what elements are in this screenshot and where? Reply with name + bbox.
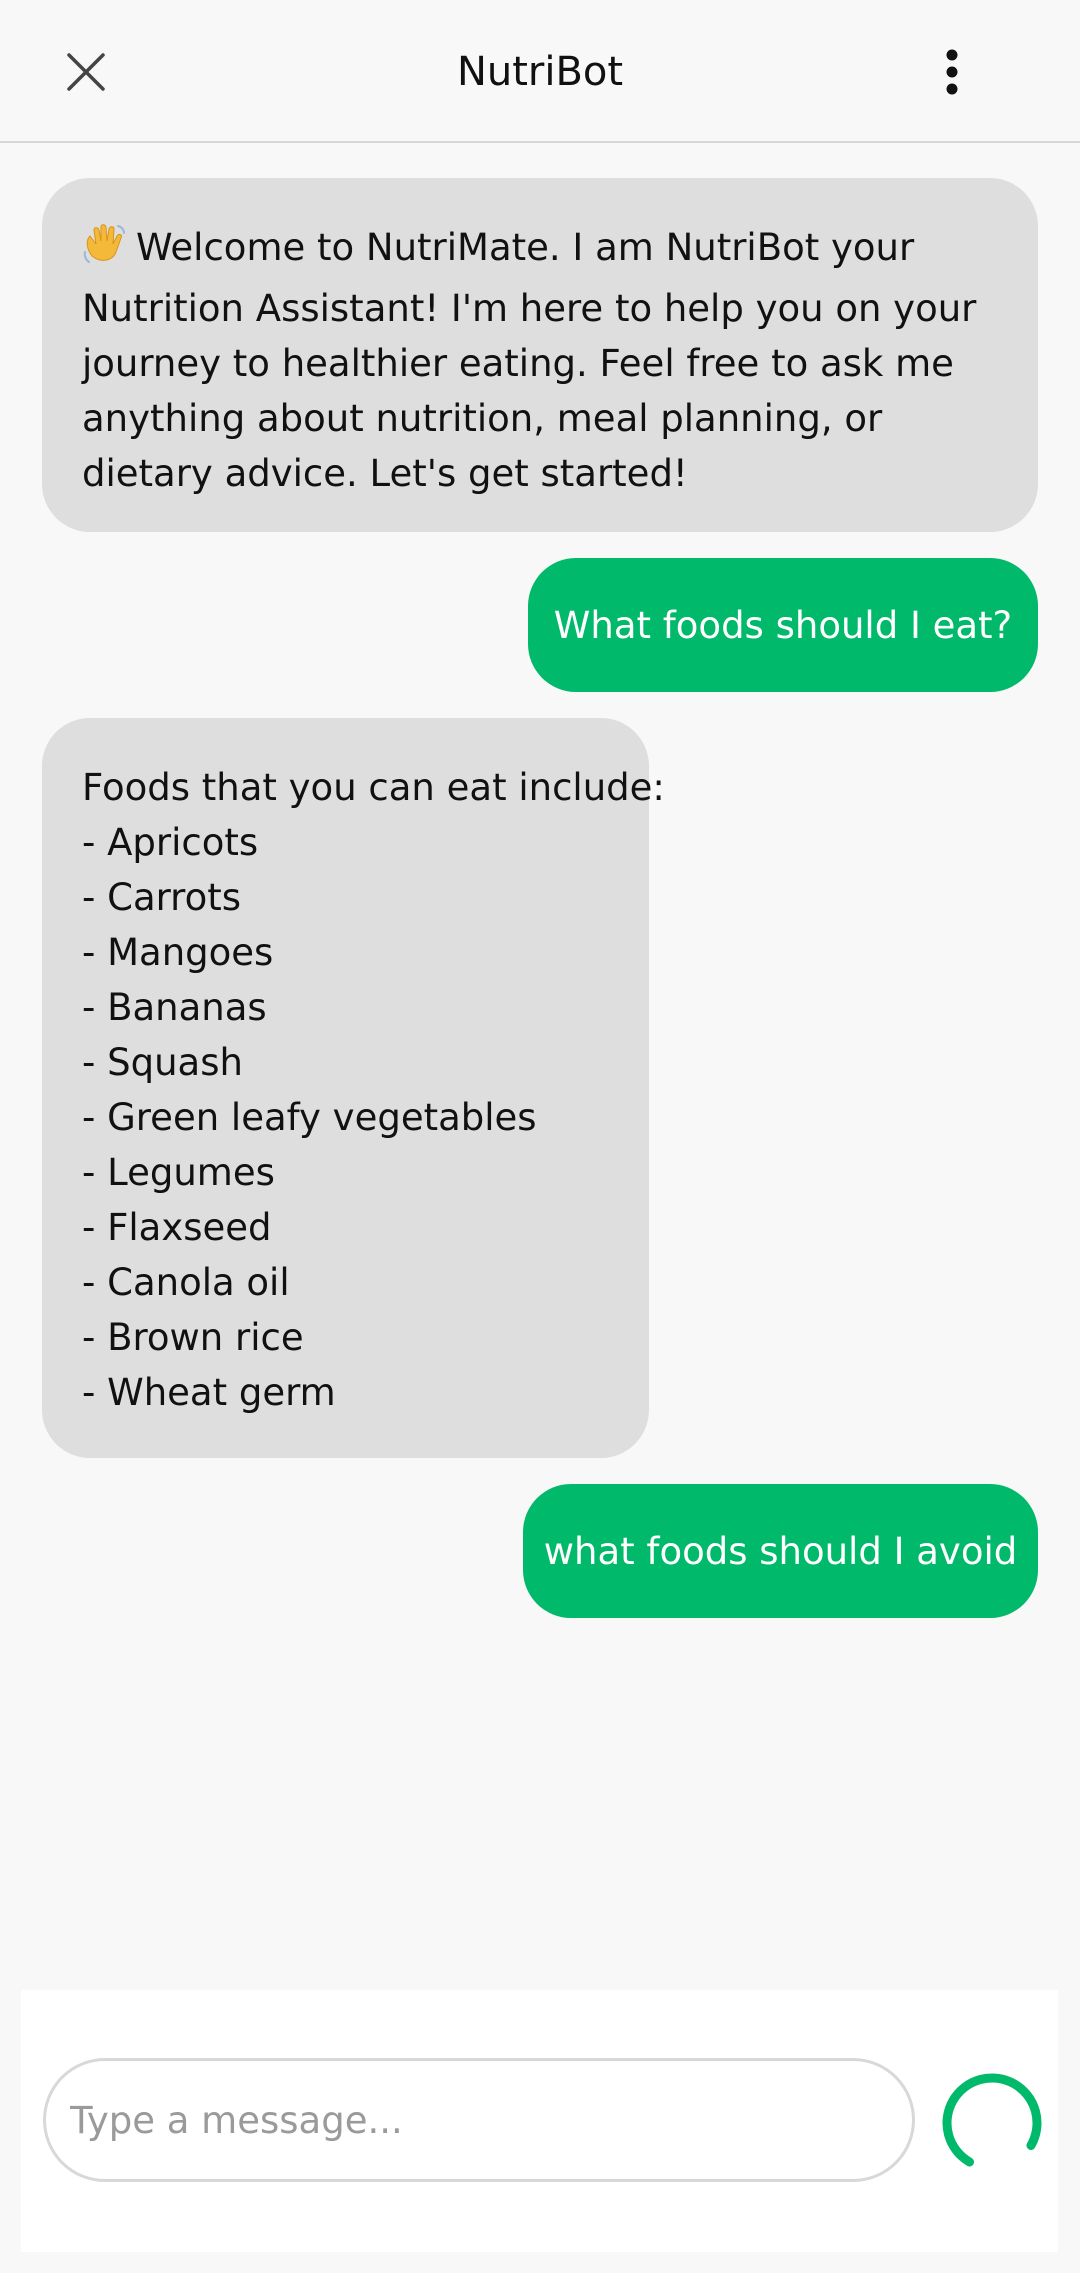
bot-message-text: Welcome to NutriMate. I am NutriBot your… bbox=[82, 226, 977, 495]
more-options-button[interactable] bbox=[922, 40, 982, 104]
user-message: what foods should I avoid bbox=[523, 1484, 1038, 1618]
bot-message-welcome: Welcome to NutriMate. I am NutriBot your… bbox=[42, 178, 1038, 532]
list-item: - Wheat germ bbox=[82, 1371, 336, 1414]
list-item: - Apricots bbox=[82, 821, 259, 864]
bot-message-intro: Foods that you can eat include: bbox=[82, 766, 665, 809]
list-item: - Bananas bbox=[82, 986, 267, 1029]
list-item: - Brown rice bbox=[82, 1316, 304, 1359]
user-message-text: What foods should I eat? bbox=[553, 603, 1013, 647]
loading-spinner-icon bbox=[937, 2068, 1047, 2178]
list-item: - Flaxseed bbox=[82, 1206, 272, 1249]
list-item: - Mangoes bbox=[82, 931, 274, 974]
list-item: - Green leafy vegetables bbox=[82, 1096, 537, 1139]
user-message-text: what foods should I avoid bbox=[543, 1529, 1018, 1573]
chat-title: NutriBot bbox=[456, 49, 624, 95]
message-input[interactable] bbox=[43, 2058, 915, 2182]
list-item: - Carrots bbox=[82, 876, 242, 919]
user-message: What foods should I eat? bbox=[528, 558, 1038, 692]
list-item: - Canola oil bbox=[82, 1261, 290, 1304]
waving-hand-icon bbox=[82, 222, 126, 281]
app-header: NutriBot bbox=[0, 0, 1080, 143]
message-composer bbox=[21, 1990, 1058, 2252]
bot-message-food-list: Foods that you can eat include: - Aprico… bbox=[42, 718, 665, 1458]
list-item: - Squash bbox=[82, 1041, 243, 1084]
list-item: - Legumes bbox=[82, 1151, 275, 1194]
more-vertical-icon bbox=[946, 49, 958, 95]
